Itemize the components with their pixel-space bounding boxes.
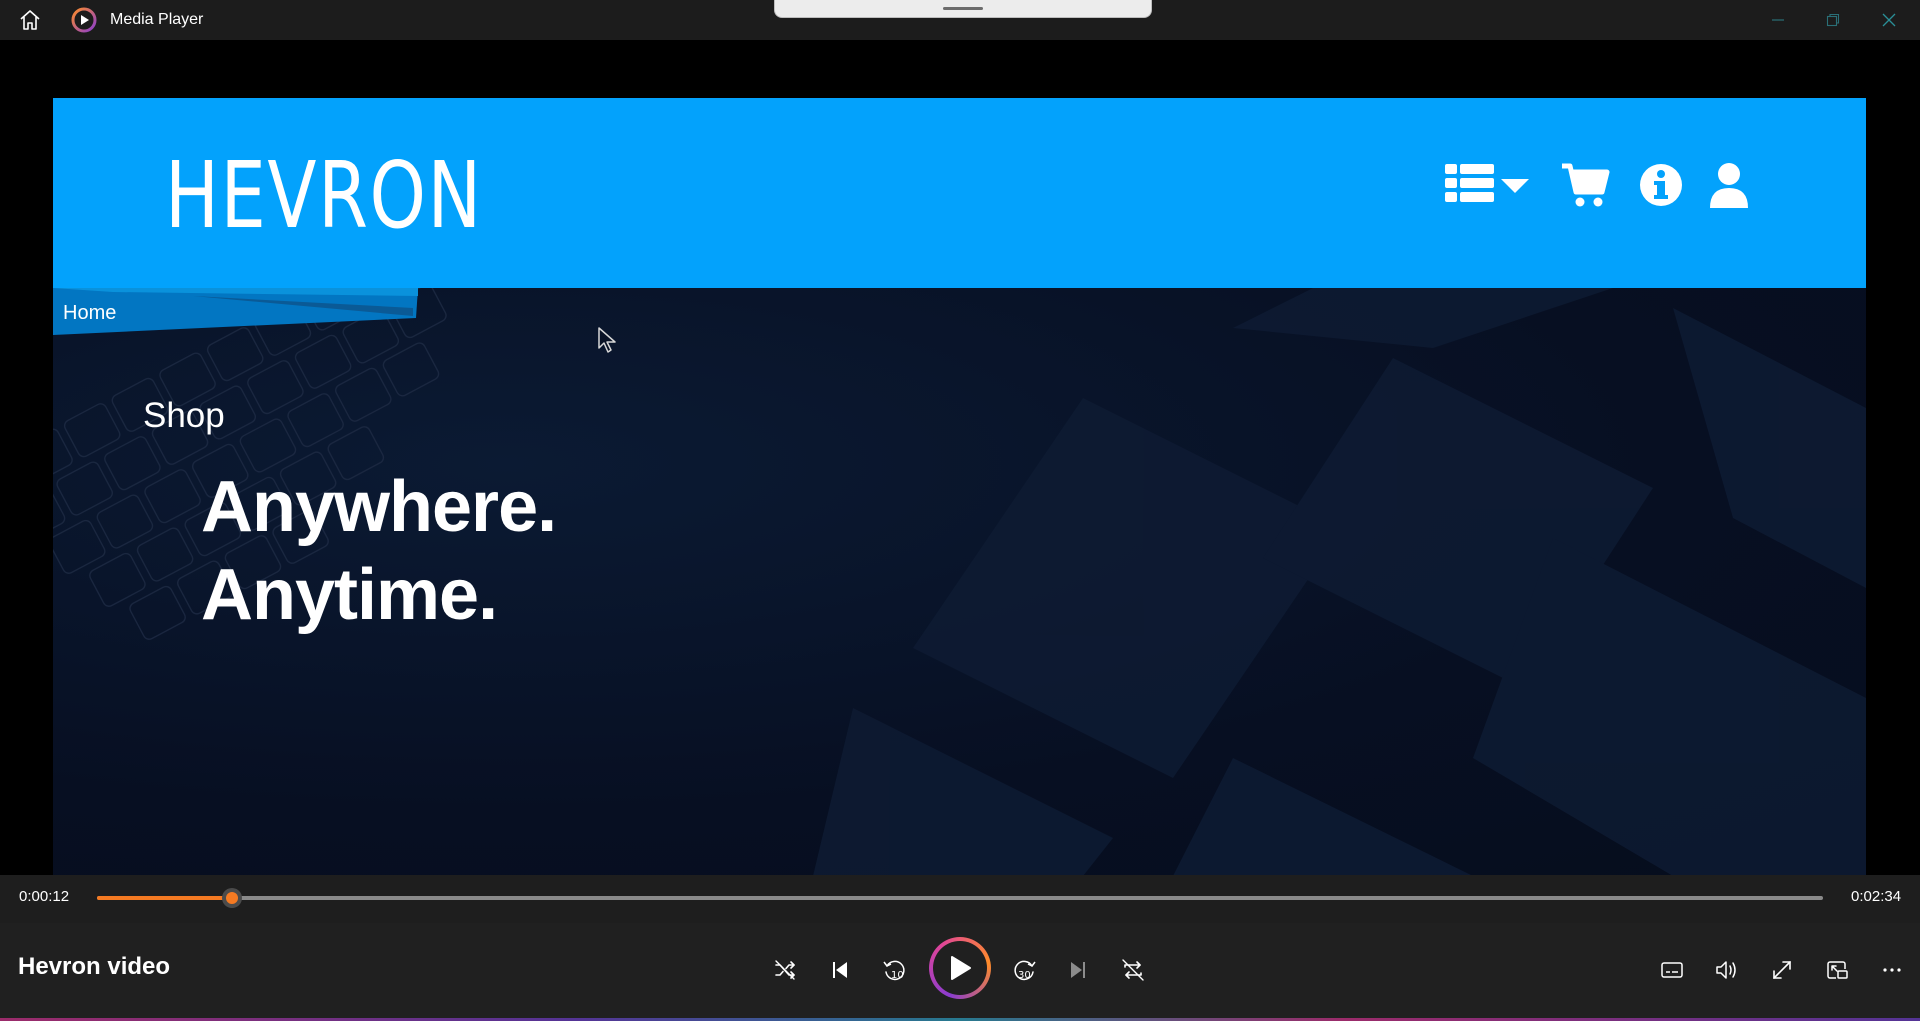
site-logo: HEVRON (165, 142, 483, 249)
mouse-cursor-icon (597, 326, 619, 359)
breadcrumb: Home (53, 288, 418, 335)
site-header: HEVRON (53, 98, 1866, 288)
svg-text:10: 10 (891, 970, 904, 981)
video-area[interactable]: HEVRON Home Shop Anywhere. Anytime. (0, 40, 1920, 920)
fullscreen-icon[interactable] (1762, 950, 1802, 990)
seek-slider[interactable] (97, 888, 1823, 908)
play-button[interactable] (929, 937, 991, 999)
volume-icon[interactable] (1707, 950, 1747, 990)
current-time: 0:00:12 (19, 888, 70, 905)
hero-section: Home Shop Anywhere. Anytime. (53, 288, 1866, 876)
video-frame: HEVRON Home Shop Anywhere. Anytime. (53, 98, 1866, 876)
minimize-icon[interactable] (1751, 0, 1805, 40)
transport-controls: Hevron video 10 30 (0, 923, 1920, 1021)
skip-back-10-icon[interactable]: 10 (875, 950, 915, 990)
seek-bar-region: 0:00:12 0:02:34 (0, 875, 1920, 923)
svg-text:30: 30 (1018, 970, 1031, 981)
hero-headline-line1: Anywhere. (201, 467, 557, 547)
shuffle-icon[interactable] (765, 950, 805, 990)
info-icon (1638, 160, 1684, 210)
next-icon[interactable] (1058, 950, 1098, 990)
restore-icon[interactable] (1806, 0, 1860, 40)
mini-player-icon[interactable] (1817, 950, 1857, 990)
more-options-icon[interactable] (1872, 950, 1912, 990)
close-icon[interactable] (1862, 0, 1916, 40)
seek-thumb[interactable] (221, 888, 242, 908)
previous-icon[interactable] (820, 950, 860, 990)
user-icon (1708, 160, 1750, 210)
skip-forward-30-icon[interactable]: 30 (1004, 950, 1044, 990)
total-time: 0:02:34 (1851, 888, 1902, 905)
cart-icon (1560, 160, 1610, 210)
media-player-app-icon (71, 7, 97, 33)
media-title: Hevron video (18, 953, 171, 980)
seek-progress (97, 896, 232, 900)
list-menu-icon (1445, 160, 1531, 210)
hero-kicker: Shop (143, 396, 225, 435)
home-icon[interactable] (18, 8, 42, 32)
breadcrumb-home: Home (63, 302, 117, 324)
window-title: Media Player (110, 11, 204, 28)
title-bar: Media Player (0, 0, 1920, 40)
subtitles-icon[interactable] (1652, 950, 1692, 990)
hero-headline-line2: Anytime. (201, 555, 498, 635)
play-icon (933, 941, 987, 995)
snap-layout-bar[interactable] (774, 0, 1152, 18)
repeat-icon[interactable] (1113, 950, 1153, 990)
